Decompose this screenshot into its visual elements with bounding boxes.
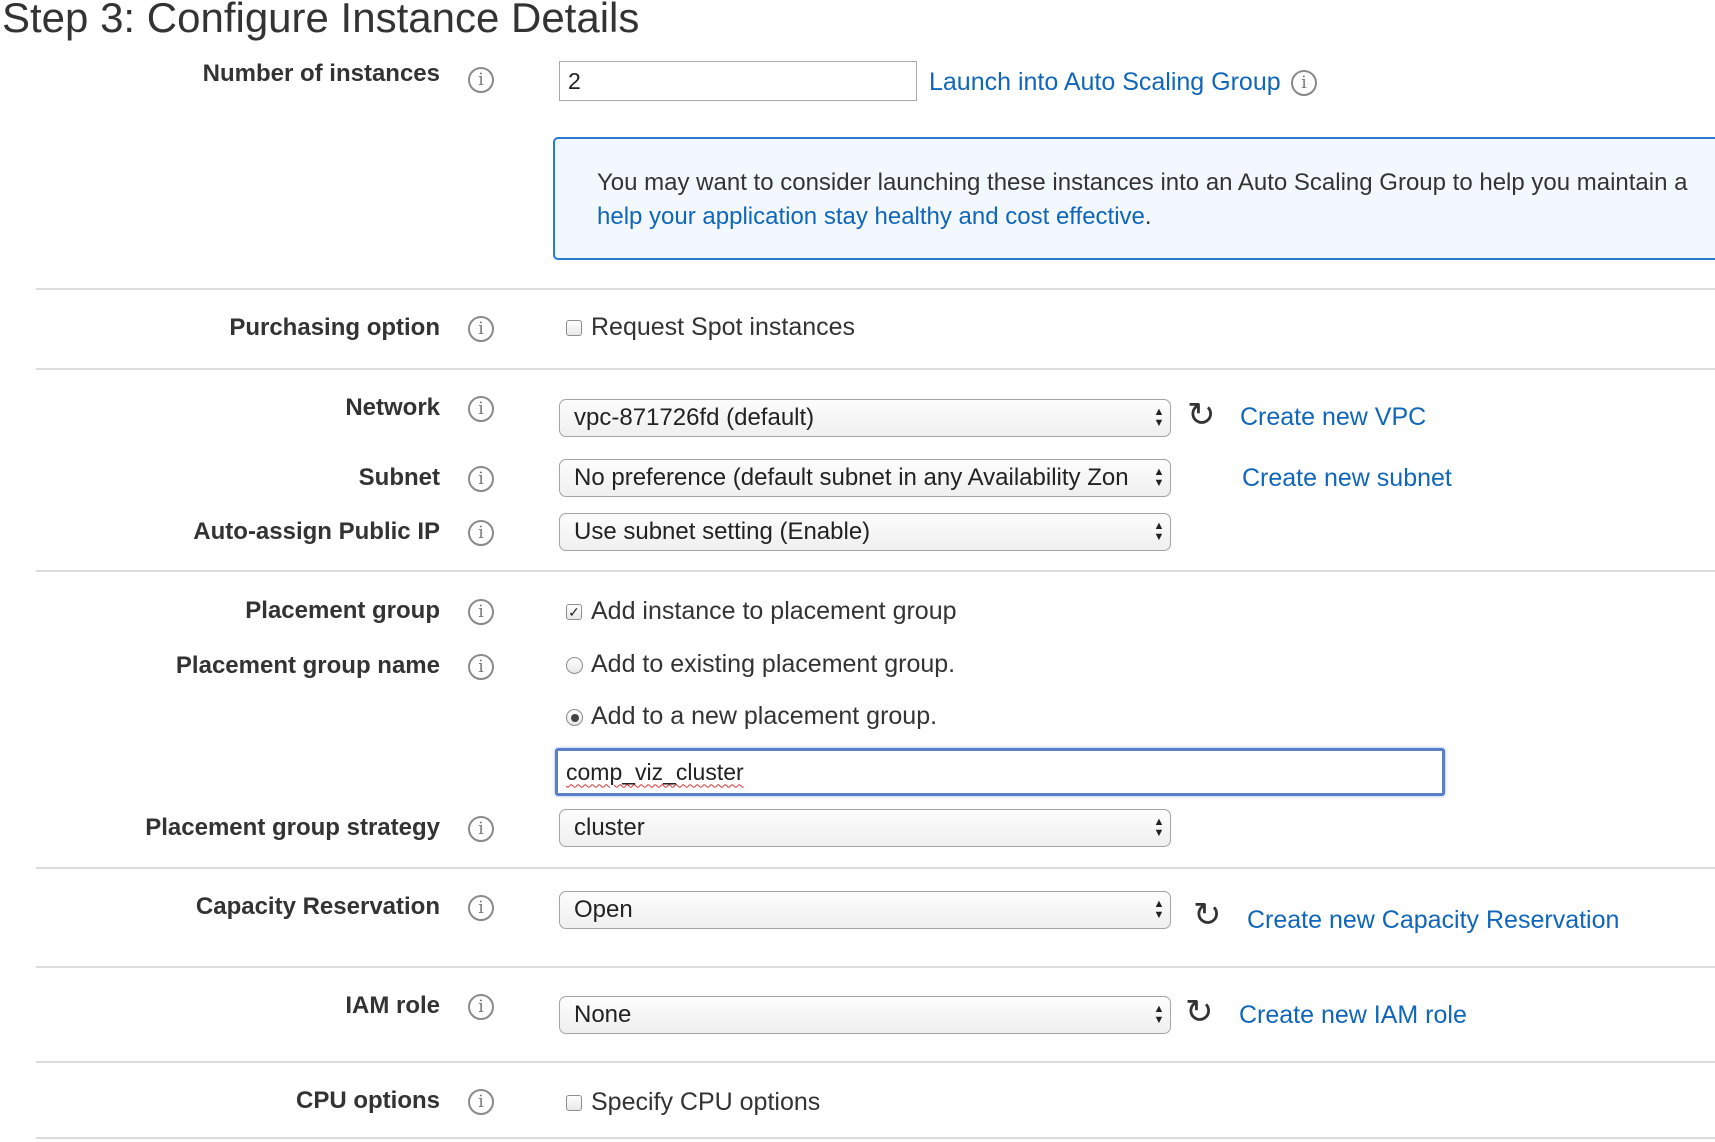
new-placement-group-radio[interactable] (566, 709, 583, 726)
specify-cpu-options-label: Specify CPU options (591, 1088, 821, 1116)
subnet-label: Subnet (358, 464, 440, 491)
placement-group-name-label: Placement group name (175, 652, 440, 679)
select-arrows-icon: ▲ ▼ (1153, 406, 1165, 429)
capacity-reservation-select[interactable]: Open ▲ ▼ (559, 891, 1171, 929)
notice-suffix: . (1144, 203, 1152, 230)
section-divider (36, 1137, 1715, 1139)
auto-scaling-notice: You may want to consider launching these… (553, 137, 1715, 260)
capacity-reservation-value: Open (574, 896, 633, 923)
page-title: Step 3: Configure Instance Details (2, 0, 640, 41)
network-select[interactable]: vpc-871726fd (default) ▲ ▼ (559, 399, 1171, 437)
request-spot-checkbox[interactable] (566, 320, 582, 336)
select-arrows-icon: ▲ ▼ (1153, 816, 1165, 839)
info-icon[interactable]: i (468, 895, 494, 921)
network-select-value: vpc-871726fd (default) (574, 404, 815, 431)
refresh-icon[interactable]: ↻ (1185, 995, 1214, 1029)
section-divider (36, 288, 1715, 290)
add-to-placement-group-label: Add instance to placement group (591, 597, 957, 625)
select-arrows-icon: ▲ ▼ (1153, 466, 1165, 489)
purchasing-option-label: Purchasing option (229, 314, 440, 341)
placement-group-strategy-value: cluster (574, 814, 645, 841)
select-arrows-icon: ▲ ▼ (1153, 1003, 1165, 1026)
section-divider (36, 867, 1715, 869)
create-new-vpc-link[interactable]: Create new VPC (1240, 403, 1426, 432)
info-icon[interactable]: i (468, 599, 494, 625)
radio-selected-dot (570, 713, 579, 722)
iam-role-label: IAM role (345, 992, 440, 1019)
placement-group-strategy-select[interactable]: cluster ▲ ▼ (559, 809, 1171, 847)
iam-role-select[interactable]: None ▲ ▼ (559, 996, 1171, 1034)
placement-group-strategy-label: Placement group strategy (145, 814, 440, 841)
placement-group-label: Placement group (245, 597, 440, 624)
section-divider (36, 368, 1715, 370)
info-icon[interactable]: i (1291, 70, 1317, 96)
request-spot-label: Request Spot instances (591, 313, 856, 341)
auto-assign-ip-select[interactable]: Use subnet setting (Enable) ▲ ▼ (559, 513, 1171, 551)
existing-placement-group-label: Add to existing placement group. (591, 650, 956, 678)
info-icon[interactable]: i (468, 316, 494, 342)
new-placement-group-label: Add to a new placement group. (591, 702, 938, 730)
section-divider (36, 570, 1715, 572)
select-arrows-icon: ▲ ▼ (1153, 520, 1165, 543)
section-divider (36, 1061, 1715, 1063)
subnet-select[interactable]: No preference (default subnet in any Ava… (559, 459, 1171, 497)
info-icon[interactable]: i (468, 1089, 494, 1115)
create-iam-role-link[interactable]: Create new IAM role (1239, 1001, 1467, 1030)
notice-text: You may want to consider launching these… (597, 169, 1688, 196)
placement-group-name-value: comp_viz_cluster (566, 758, 744, 785)
notice-link[interactable]: help your application stay healthy and c… (597, 203, 1145, 230)
info-icon[interactable]: i (468, 67, 494, 93)
info-icon[interactable]: i (468, 396, 494, 422)
iam-role-value: None (574, 1001, 632, 1028)
select-arrows-icon: ▲ ▼ (1153, 898, 1165, 921)
auto-assign-ip-value: Use subnet setting (Enable) (574, 518, 871, 545)
existing-placement-group-radio[interactable] (566, 657, 583, 674)
info-icon[interactable]: i (468, 520, 494, 546)
create-capacity-reservation-link[interactable]: Create new Capacity Reservation (1247, 906, 1619, 935)
info-icon[interactable]: i (468, 994, 494, 1020)
auto-assign-ip-label: Auto-assign Public IP (193, 518, 440, 545)
launch-auto-scaling-link[interactable]: Launch into Auto Scaling Group (929, 68, 1281, 97)
network-label: Network (345, 394, 440, 421)
info-icon[interactable]: i (468, 816, 494, 842)
refresh-icon[interactable]: ↻ (1187, 398, 1216, 432)
info-icon[interactable]: i (468, 654, 494, 680)
subnet-select-value: No preference (default subnet in any Ava… (574, 464, 1129, 491)
number-of-instances-label: Number of instances (202, 60, 440, 87)
placement-group-name-input[interactable]: comp_viz_cluster (555, 748, 1445, 796)
refresh-icon[interactable]: ↻ (1193, 898, 1222, 932)
info-icon[interactable]: i (468, 466, 494, 492)
number-of-instances-input[interactable] (559, 61, 917, 101)
capacity-reservation-label: Capacity Reservation (195, 893, 440, 920)
add-to-placement-group-checkbox[interactable]: ✓ (566, 604, 582, 620)
create-new-subnet-link[interactable]: Create new subnet (1242, 464, 1452, 493)
specify-cpu-options-checkbox[interactable] (566, 1095, 582, 1111)
section-divider (36, 966, 1715, 968)
cpu-options-label: CPU options (296, 1087, 440, 1114)
